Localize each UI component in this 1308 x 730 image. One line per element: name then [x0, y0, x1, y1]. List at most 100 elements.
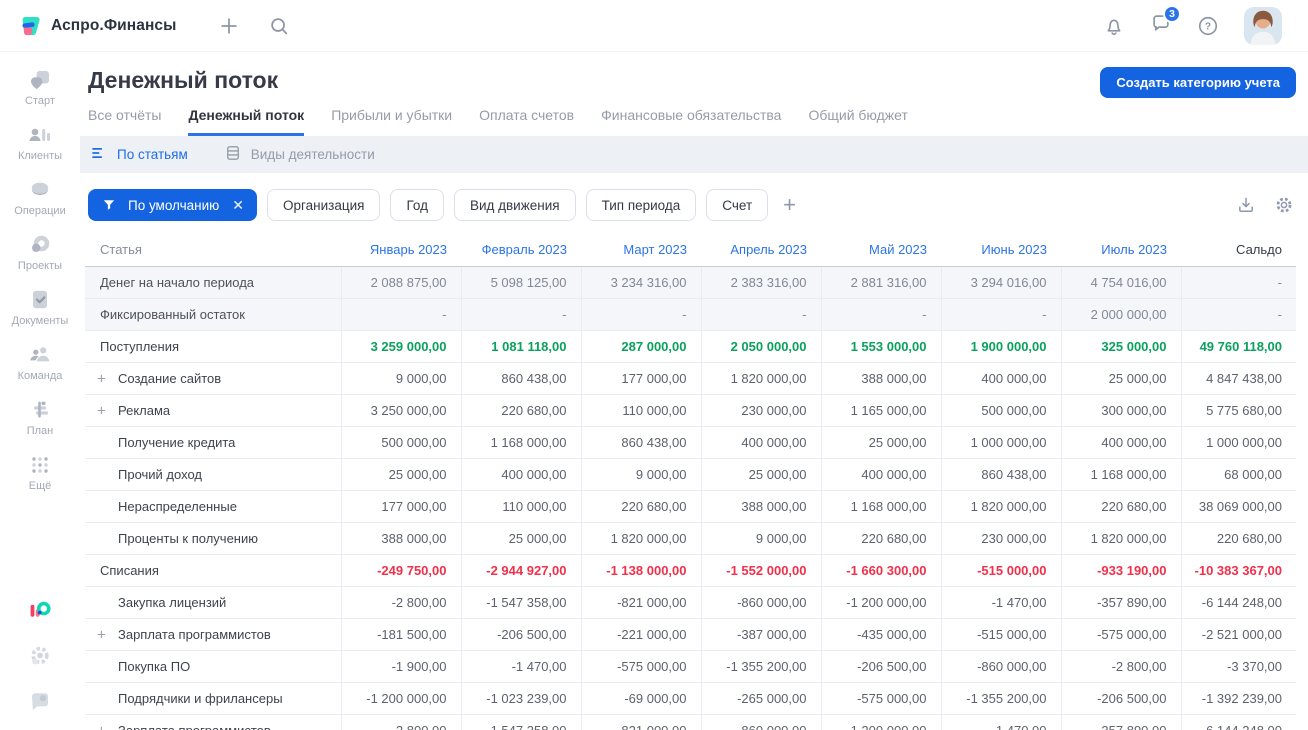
- view-tab-Виды деятельности[interactable]: Виды деятельности: [224, 144, 375, 165]
- sidebar-item-more[interactable]: Ещё: [28, 453, 52, 492]
- feedback-icon[interactable]: [28, 690, 52, 714]
- value-cell: 860 438,00: [460, 362, 581, 395]
- clear-filter-icon[interactable]: ✕: [230, 197, 244, 214]
- row-label-cell[interactable]: Фиксированный остаток: [85, 298, 341, 331]
- search-icon[interactable]: [268, 15, 290, 37]
- value-cell: -206 500,00: [1060, 682, 1181, 715]
- download-icon[interactable]: [1236, 195, 1256, 215]
- value-cell: -: [580, 298, 701, 331]
- value-cell: -1 138 000,00: [580, 554, 701, 587]
- value-cell: -6 144 248,00: [1180, 586, 1296, 619]
- row-label-cell[interactable]: Прочий доход: [85, 458, 341, 491]
- row-label-cell[interactable]: Закупка лицензий: [85, 586, 341, 619]
- row-label-cell[interactable]: Денег на начало периода: [85, 266, 341, 299]
- column-header-Июль 2023[interactable]: Июль 2023: [1061, 233, 1181, 267]
- value-cell: -821 000,00: [580, 714, 701, 730]
- value-cell: 68 000,00: [1180, 458, 1296, 491]
- column-header-Июнь 2023[interactable]: Июнь 2023: [941, 233, 1061, 267]
- value-cell: -933 190,00: [1060, 554, 1181, 587]
- sidebar-item-team[interactable]: Команда: [18, 343, 62, 382]
- sidebar-item-projects[interactable]: Проекты: [18, 233, 62, 272]
- value-cell: 400 000,00: [460, 458, 581, 491]
- app-window: Аспро.Финансы 3 ? Старт Клиенты Операции…: [0, 0, 1308, 730]
- add-filter-icon[interactable]: +: [783, 194, 796, 216]
- funnel-icon: [101, 197, 117, 213]
- plus-icon[interactable]: [218, 15, 240, 37]
- row-label-cell[interactable]: Проценты к получению: [85, 522, 341, 555]
- filter-chip-Вид движения[interactable]: Вид движения: [453, 189, 576, 221]
- table-row: Прочий доход 25 000,00 400 000,00 9 000,00 2…: [85, 458, 1296, 491]
- row-label: Списания: [100, 563, 159, 578]
- value-cell: 220 680,00: [460, 394, 581, 427]
- row-label: Поступления: [100, 339, 180, 354]
- sidebar-item-plan[interactable]: План: [27, 398, 53, 437]
- value-cell: 860 438,00: [940, 458, 1061, 491]
- expand-row-icon[interactable]: +: [97, 371, 106, 386]
- sidebar-item-operations[interactable]: Операции: [14, 178, 66, 217]
- column-header-Март 2023[interactable]: Март 2023: [581, 233, 701, 267]
- table-row: + Реклама 3 250 000,00 220 680,00 110 000,00…: [85, 394, 1296, 427]
- aspro-logo-icon[interactable]: [28, 598, 52, 622]
- value-cell: -575 000,00: [820, 682, 941, 715]
- row-label: Прочий доход: [118, 467, 202, 482]
- view-tab-По статьям[interactable]: По статьям: [90, 144, 188, 165]
- tab-Все отчёты[interactable]: Все отчёты: [88, 107, 161, 136]
- row-label-cell[interactable]: Поступления: [85, 330, 341, 363]
- value-cell: -206 500,00: [460, 618, 581, 651]
- active-filter-pill[interactable]: По умолчанию ✕: [88, 189, 258, 221]
- value-cell: 1 553 000,00: [820, 330, 941, 363]
- bell-icon[interactable]: [1103, 15, 1125, 37]
- expand-row-icon[interactable]: +: [97, 403, 106, 418]
- tab-Общий бюджет[interactable]: Общий бюджет: [808, 107, 907, 136]
- brand[interactable]: Аспро.Финансы: [20, 15, 176, 37]
- settings-icon[interactable]: [28, 644, 52, 668]
- row-label-cell[interactable]: Подрядчики и фрилансеры: [85, 682, 341, 715]
- sidebar-item-label: Операции: [14, 205, 66, 217]
- value-cell: 9 000,00: [580, 458, 701, 491]
- expand-row-icon[interactable]: +: [97, 627, 106, 642]
- row-label-cell[interactable]: + Зарплата программистов: [85, 714, 341, 730]
- filter-chip-Тип периода[interactable]: Тип периода: [585, 189, 697, 221]
- sidebar-item-documents[interactable]: Документы: [12, 288, 68, 327]
- value-cell: -515 000,00: [940, 554, 1061, 587]
- row-label-cell[interactable]: Покупка ПО: [85, 650, 341, 683]
- create-category-button[interactable]: Создать категорию учета: [1100, 67, 1296, 98]
- row-label-cell[interactable]: + Создание сайтов: [85, 362, 341, 395]
- value-cell: 2 088 875,00: [340, 266, 461, 299]
- filter-toolbar: По умолчанию ✕ Организация Год Вид движени…: [80, 173, 1308, 233]
- tab-Прибыли и убытки[interactable]: Прибыли и убытки: [331, 107, 452, 136]
- value-cell: 400 000,00: [940, 362, 1061, 395]
- row-label-cell[interactable]: Нераспределенные: [85, 490, 341, 523]
- value-cell: -: [460, 298, 581, 331]
- tab-Оплата счетов[interactable]: Оплата счетов: [479, 107, 574, 136]
- value-cell: 1 820 000,00: [940, 490, 1061, 523]
- help-icon[interactable]: ?: [1197, 15, 1219, 37]
- sidebar-item-clients[interactable]: Клиенты: [18, 123, 62, 162]
- value-cell: -69 000,00: [580, 682, 701, 715]
- value-cell: 300 000,00: [1060, 394, 1181, 427]
- expand-row-icon[interactable]: +: [97, 723, 106, 730]
- tab-Денежный поток[interactable]: Денежный поток: [188, 107, 305, 136]
- column-header-Апрель 2023[interactable]: Апрель 2023: [701, 233, 821, 267]
- avatar[interactable]: [1244, 6, 1282, 45]
- tab-Финансовые обязательства[interactable]: Финансовые обязательства: [601, 107, 781, 136]
- filter-chip-Год[interactable]: Год: [390, 189, 444, 221]
- filter-chip-Счет[interactable]: Счет: [706, 189, 769, 221]
- row-label-cell[interactable]: Получение кредита: [85, 426, 341, 459]
- row-label-cell[interactable]: + Реклама: [85, 394, 341, 427]
- value-cell: 177 000,00: [340, 490, 461, 523]
- table-settings-icon[interactable]: [1274, 195, 1294, 215]
- value-cell: -1 660 300,00: [820, 554, 941, 587]
- value-cell: 38 069 000,00: [1180, 490, 1296, 523]
- row-label-cell[interactable]: Списания: [85, 554, 341, 587]
- column-header-Май 2023[interactable]: Май 2023: [821, 233, 941, 267]
- filter-chip-Организация[interactable]: Организация: [267, 189, 381, 221]
- column-header-Январь 2023[interactable]: Январь 2023: [341, 233, 461, 267]
- value-cell: 500 000,00: [940, 394, 1061, 427]
- row-label-cell[interactable]: + Зарплата программистов: [85, 618, 341, 651]
- value-cell: -860 000,00: [700, 714, 821, 730]
- sidebar-item-start[interactable]: Старт: [25, 68, 55, 107]
- column-header-Февраль 2023[interactable]: Февраль 2023: [461, 233, 581, 267]
- value-cell: 220 680,00: [580, 490, 701, 523]
- value-cell: 25 000,00: [820, 426, 941, 459]
